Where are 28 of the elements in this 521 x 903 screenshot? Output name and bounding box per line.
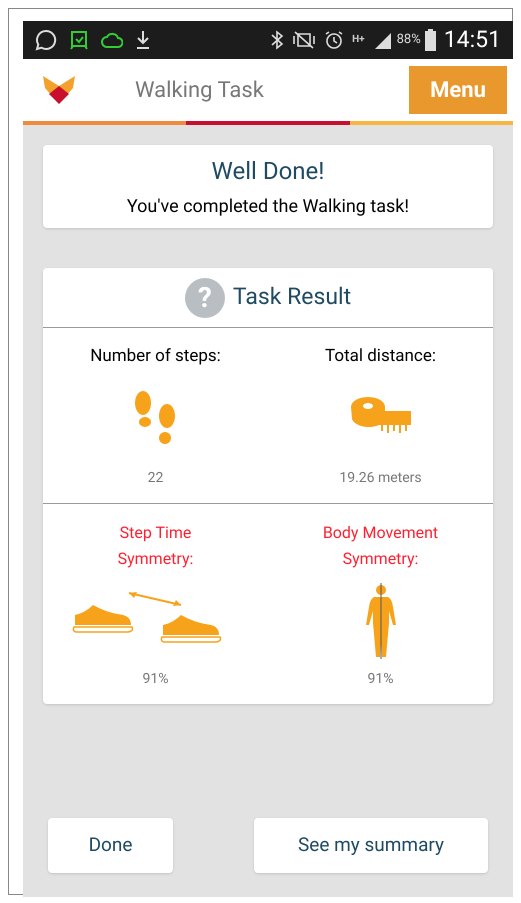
done-button[interactable]: Done [48, 818, 173, 873]
alarm-clock-icon [69, 29, 89, 51]
summary-button[interactable]: See my summary [254, 818, 488, 873]
metric-label: Total distance: [325, 345, 436, 368]
metric-value: 91% [142, 670, 168, 689]
page-title: Walking Task [135, 76, 264, 104]
metric-value: 19.26 meters [339, 469, 422, 488]
message-text: You've completed the Walking task! [126, 195, 410, 219]
clock-time: 14:51 [444, 24, 501, 55]
chat-bubble-icon [35, 29, 57, 51]
alarm-icon [324, 30, 344, 50]
metric-value: 22 [148, 469, 164, 488]
human-body-icon [364, 582, 398, 658]
battery-icon [424, 29, 436, 51]
metric-label: Number of steps: [90, 345, 221, 368]
bluetooth-icon [270, 30, 284, 50]
download-icon [135, 29, 151, 51]
help-icon: ? [184, 278, 225, 318]
result-title: Task Result [232, 282, 352, 312]
logo-icon [43, 76, 75, 104]
message-title: Well Done! [212, 156, 324, 187]
network-type: H+ [352, 35, 365, 45]
vibrate-mute-icon [292, 30, 316, 50]
metric-label: Body Movement Symmetry: [322, 522, 440, 570]
metric-value: 91% [368, 670, 394, 689]
footprints-icon [134, 390, 178, 447]
battery-percent: 88% [396, 31, 421, 50]
metric-label: Step Time Symmetry: [116, 522, 194, 570]
